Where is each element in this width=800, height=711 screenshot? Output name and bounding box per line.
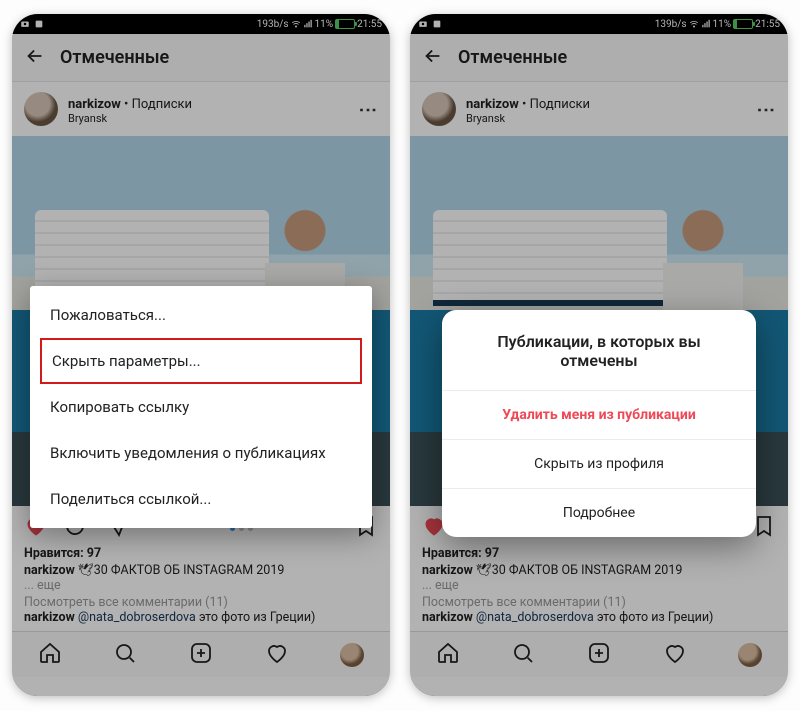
back-arrow-icon[interactable]	[422, 45, 444, 71]
caption-block: Нравится: 97 narkizow 🕊30 ФАКТОВ ОБ INST…	[12, 546, 390, 631]
caption-line: narkizow 🕊30 ФАКТОВ ОБ INSTAGRAM 2019	[24, 563, 378, 578]
camera-icon	[418, 19, 428, 29]
battery-pct: 11%	[713, 19, 732, 30]
more-options-icon[interactable]: ⋮	[755, 101, 776, 118]
nav-search-icon[interactable]	[113, 641, 137, 669]
menu-hide-options[interactable]: Скрыть параметры...	[40, 338, 362, 384]
context-menu: Пожаловаться... Скрыть параметры... Копи…	[30, 286, 372, 528]
page-title: Отмеченные	[60, 47, 169, 68]
likes-count[interactable]: Нравится: 97	[422, 546, 776, 561]
view-all-comments[interactable]: Посмотреть все комментарии (11)	[24, 595, 378, 610]
subscription-sep: •	[121, 97, 132, 112]
nav-heart-icon[interactable]	[265, 641, 289, 669]
subscription-sep: •	[519, 97, 530, 112]
nav-add-icon[interactable]	[587, 641, 611, 669]
avatar[interactable]	[24, 92, 58, 126]
post-location[interactable]: Bryansk	[68, 112, 347, 125]
nav-profile-avatar[interactable]	[340, 643, 364, 667]
battery-icon	[733, 19, 753, 29]
signal-icon	[701, 19, 711, 29]
nav-home-icon[interactable]	[436, 641, 460, 669]
menu-share-link[interactable]: Поделиться ссылкой...	[30, 476, 372, 522]
post-header: narkizow • Подписки Bryansk ⋮	[410, 82, 788, 136]
net-speed: 139b/s	[655, 19, 687, 30]
nav-search-icon[interactable]	[511, 641, 535, 669]
back-arrow-icon[interactable]	[24, 45, 46, 71]
page-title: Отмеченные	[458, 47, 567, 68]
caption-username[interactable]: narkizow	[422, 563, 473, 578]
comment-line: narkizow @nata_dobroserdova это фото из …	[422, 610, 776, 625]
caption-more[interactable]: ... еще	[24, 578, 378, 593]
dialog-title: Публикации, в которых вы отмечены	[442, 310, 756, 391]
tagged-dialog: Публикации, в которых вы отмечены Удалит…	[442, 310, 756, 537]
wifi-icon	[291, 19, 301, 29]
gallery-icon	[34, 19, 44, 29]
nav-add-icon[interactable]	[189, 641, 213, 669]
status-bar: 193b/s 11% 21:55	[12, 14, 390, 34]
battery-pct: 11%	[315, 19, 334, 30]
net-speed: 193b/s	[257, 19, 289, 30]
menu-report[interactable]: Пожаловаться...	[30, 292, 372, 338]
menu-copy-link[interactable]: Копировать ссылку	[30, 384, 372, 430]
avatar[interactable]	[422, 92, 456, 126]
signal-icon	[303, 19, 313, 29]
dialog-more[interactable]: Подробнее	[442, 489, 756, 537]
more-options-icon[interactable]: ⋮	[357, 101, 378, 118]
phone-right: 139b/s 11% 21:55 Отмеченные	[410, 14, 788, 696]
battery-icon	[335, 19, 355, 29]
bottom-nav	[12, 631, 390, 677]
comment-username[interactable]: narkizow	[24, 610, 75, 625]
camera-icon	[20, 19, 30, 29]
post-location[interactable]: Bryansk	[466, 112, 745, 125]
comment-mention[interactable]: @nata_dobroserdova	[78, 610, 196, 625]
clock: 21:55	[755, 19, 780, 30]
gallery-icon	[432, 19, 442, 29]
subscription-label[interactable]: Подписки	[530, 97, 590, 112]
dialog-hide-from-profile[interactable]: Скрыть из профиля	[442, 440, 756, 489]
caption-more[interactable]: ... еще	[422, 578, 776, 593]
bottom-nav	[410, 631, 788, 677]
wifi-icon	[689, 19, 699, 29]
comment-rest: это фото из Греции)	[594, 610, 714, 625]
menu-notifications[interactable]: Включить уведомления о публикациях	[30, 430, 372, 476]
nav-profile-avatar[interactable]	[738, 643, 762, 667]
caption-block: Нравится: 97 narkizow 🕊30 ФАКТОВ ОБ INST…	[410, 546, 788, 631]
app-bar: Отмеченные	[12, 34, 390, 82]
dialog-remove-me[interactable]: Удалить меня из публикации	[442, 391, 756, 440]
comment-line: narkizow @nata_dobroserdova это фото из …	[24, 610, 378, 625]
caption-text: 🕊30 ФАКТОВ ОБ INSTAGRAM 2019	[75, 563, 285, 578]
app-bar: Отмеченные	[410, 34, 788, 82]
clock: 21:55	[357, 19, 382, 30]
comment-rest: это фото из Греции)	[196, 610, 316, 625]
nav-heart-icon[interactable]	[663, 641, 687, 669]
post-header: narkizow • Подписки Bryansk ⋮	[12, 82, 390, 136]
phone-left: 193b/s 11% 21:55 Отмеченные	[12, 14, 390, 696]
caption-username[interactable]: narkizow	[24, 563, 75, 578]
subscription-label[interactable]: Подписки	[132, 97, 192, 112]
nav-home-icon[interactable]	[38, 641, 62, 669]
post-username[interactable]: narkizow	[68, 97, 121, 112]
view-all-comments[interactable]: Посмотреть все комментарии (11)	[422, 595, 776, 610]
status-bar: 139b/s 11% 21:55	[410, 14, 788, 34]
caption-line: narkizow 🕊30 ФАКТОВ ОБ INSTAGRAM 2019	[422, 563, 776, 578]
comment-username[interactable]: narkizow	[422, 610, 473, 625]
likes-count[interactable]: Нравится: 97	[24, 546, 378, 561]
comment-mention[interactable]: @nata_dobroserdova	[476, 610, 594, 625]
post-username[interactable]: narkizow	[466, 97, 519, 112]
caption-text: 🕊30 ФАКТОВ ОБ INSTAGRAM 2019	[473, 563, 683, 578]
